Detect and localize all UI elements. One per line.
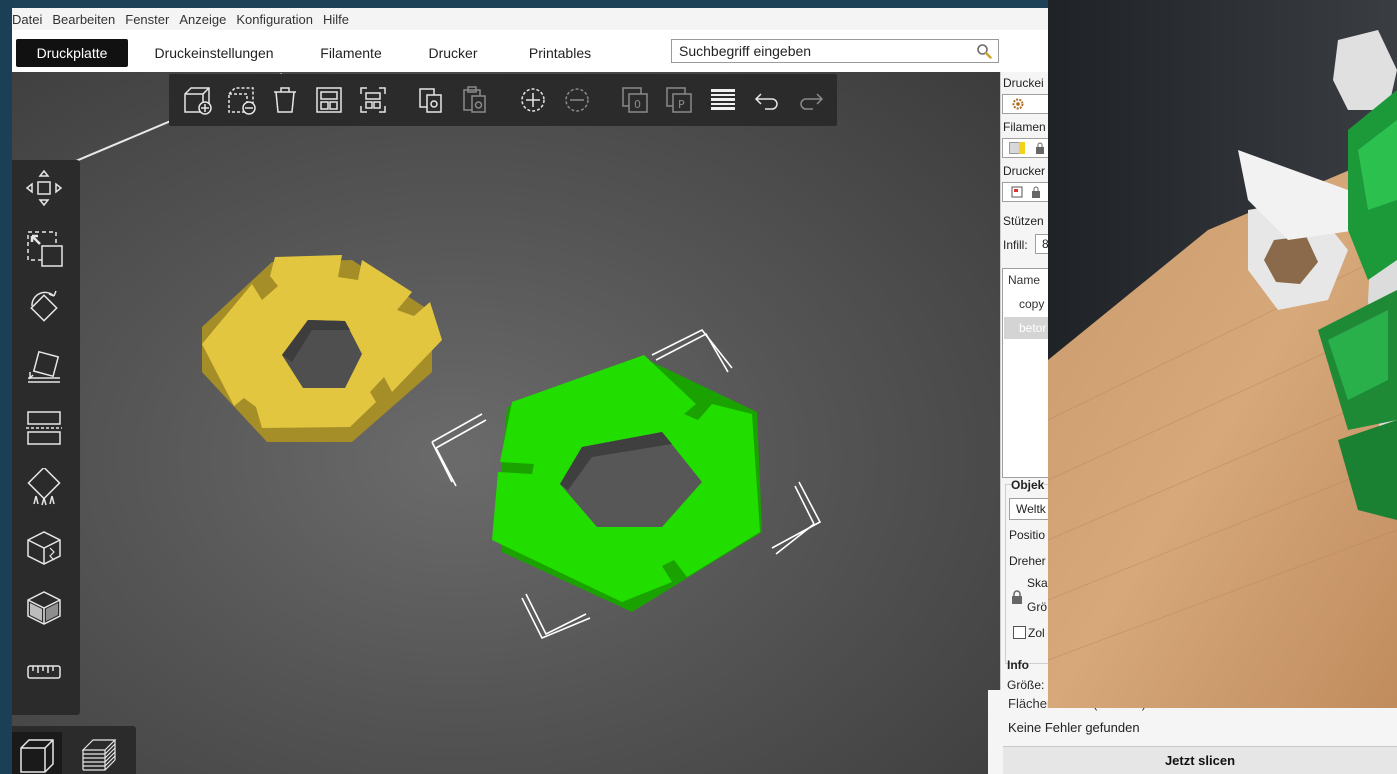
arrange-icon[interactable] [311, 82, 347, 118]
scene [12, 73, 822, 640]
split-objects-icon[interactable]: 0 [617, 82, 653, 118]
view-switcher [12, 726, 136, 774]
inches-checkbox[interactable] [1013, 626, 1026, 639]
info-label: Info [1007, 658, 1029, 672]
search-input[interactable]: Suchbegriff eingeben [671, 39, 999, 63]
object-manipulation-label: Objek [1011, 478, 1045, 492]
filament-combo[interactable] [1002, 138, 1048, 158]
printed-parts-photo [1048, 0, 1397, 708]
remove-instance-icon[interactable] [559, 82, 595, 118]
print-settings-combo[interactable] [1002, 94, 1048, 114]
menu-bearbeiten[interactable]: Bearbeiten [52, 12, 115, 27]
place-on-face-icon[interactable] [20, 344, 68, 392]
scale-label: Ska [1027, 576, 1048, 590]
prusaslicer-window: Datei Bearbeiten Fenster Anzeige Konfigu… [12, 8, 1048, 774]
3d-view-icon[interactable] [12, 732, 62, 774]
printer-combo[interactable] [1002, 182, 1048, 202]
undo-icon[interactable] [749, 82, 785, 118]
menu-konfiguration[interactable]: Konfiguration [236, 12, 313, 27]
3d-viewport[interactable]: 0 P [12, 72, 1000, 774]
object-list-row[interactable]: copy [1004, 293, 1048, 315]
search-icon[interactable] [976, 43, 992, 59]
svg-text:0: 0 [634, 98, 641, 111]
filament-label: Filamen [1003, 120, 1046, 134]
tab-bar: Druckplatte Druckeinstellungen Filamente… [12, 30, 1048, 72]
tab-druckplatte[interactable]: Druckplatte [16, 39, 128, 67]
gear-icon [1012, 98, 1024, 110]
right-sidebar: Druckei Filamen Drucker Stützen Infill: … [1000, 72, 1048, 692]
measure-icon[interactable] [20, 648, 68, 696]
mmu-painting-icon[interactable] [20, 584, 68, 632]
print-settings-label: Druckei [1003, 76, 1044, 90]
inches-label: Zol [1028, 626, 1045, 640]
main-toolbar: 0 P [169, 74, 837, 126]
lock-icon [1036, 142, 1044, 154]
object-list[interactable]: Name copy betor [1002, 268, 1048, 478]
menu-datei[interactable]: Datei [12, 12, 42, 27]
gizmo-toolbar [12, 160, 80, 715]
menu-hilfe[interactable]: Hilfe [323, 12, 349, 27]
supports-label: Stützen [1003, 214, 1044, 228]
preview-layers-icon[interactable] [74, 732, 124, 774]
move-icon[interactable] [20, 164, 68, 212]
tab-druckeinstellungen[interactable]: Druckeinstellungen [142, 39, 286, 67]
tab-printables[interactable]: Printables [512, 39, 608, 67]
redo-icon[interactable] [793, 82, 829, 118]
add-instance-icon[interactable] [515, 82, 551, 118]
errors-info: Keine Fehler gefunden [1008, 720, 1140, 735]
paste-icon[interactable] [457, 82, 493, 118]
printer-label: Drucker [1003, 164, 1046, 178]
arrange-selection-icon[interactable] [355, 82, 391, 118]
delete-icon[interactable] [223, 82, 259, 118]
menu-bar: Datei Bearbeiten Fenster Anzeige Konfigu… [12, 8, 1048, 30]
delete-all-icon[interactable] [267, 82, 303, 118]
lock-icon [1032, 186, 1040, 198]
object-list-header: Name [1008, 273, 1041, 287]
scale-icon[interactable] [20, 224, 68, 272]
window-background [0, 0, 12, 774]
copy-icon[interactable] [413, 82, 449, 118]
svg-text:P: P [678, 98, 685, 111]
split-parts-icon[interactable]: P [661, 82, 697, 118]
infill-combo[interactable]: 8 [1035, 234, 1048, 254]
cut-icon[interactable] [20, 404, 68, 452]
photo-illustration [1048, 0, 1397, 708]
menu-fenster[interactable]: Fenster [125, 12, 169, 27]
slice-now-button[interactable]: Jetzt slicen [1003, 746, 1397, 774]
add-icon[interactable] [179, 82, 215, 118]
position-label: Positio [1009, 528, 1046, 542]
scale-lock-icon[interactable] [1011, 590, 1023, 604]
search-placeholder: Suchbegriff eingeben [679, 43, 812, 59]
yellow-object[interactable] [202, 255, 442, 442]
rotate-icon[interactable] [20, 284, 68, 332]
rotate-label: Dreher [1009, 554, 1046, 568]
green-object[interactable] [492, 355, 762, 612]
tab-drucker[interactable]: Drucker [416, 39, 490, 67]
layers-editing-icon[interactable] [705, 82, 741, 118]
tab-filamente[interactable]: Filamente [312, 39, 390, 67]
object-list-row-selected[interactable]: betor [1004, 317, 1048, 339]
seam-painting-icon[interactable] [20, 524, 68, 572]
filament-color-swatch-yellow [1019, 142, 1025, 154]
infill-label: Infill: [1003, 238, 1028, 252]
printer-icon [1011, 186, 1023, 198]
support-points-icon[interactable] [20, 464, 68, 512]
menu-anzeige[interactable]: Anzeige [179, 12, 226, 27]
size-label: Grö [1027, 600, 1048, 614]
coordinate-system-value: Weltk [1016, 502, 1046, 516]
coordinate-system-select[interactable]: Weltk [1009, 498, 1048, 520]
